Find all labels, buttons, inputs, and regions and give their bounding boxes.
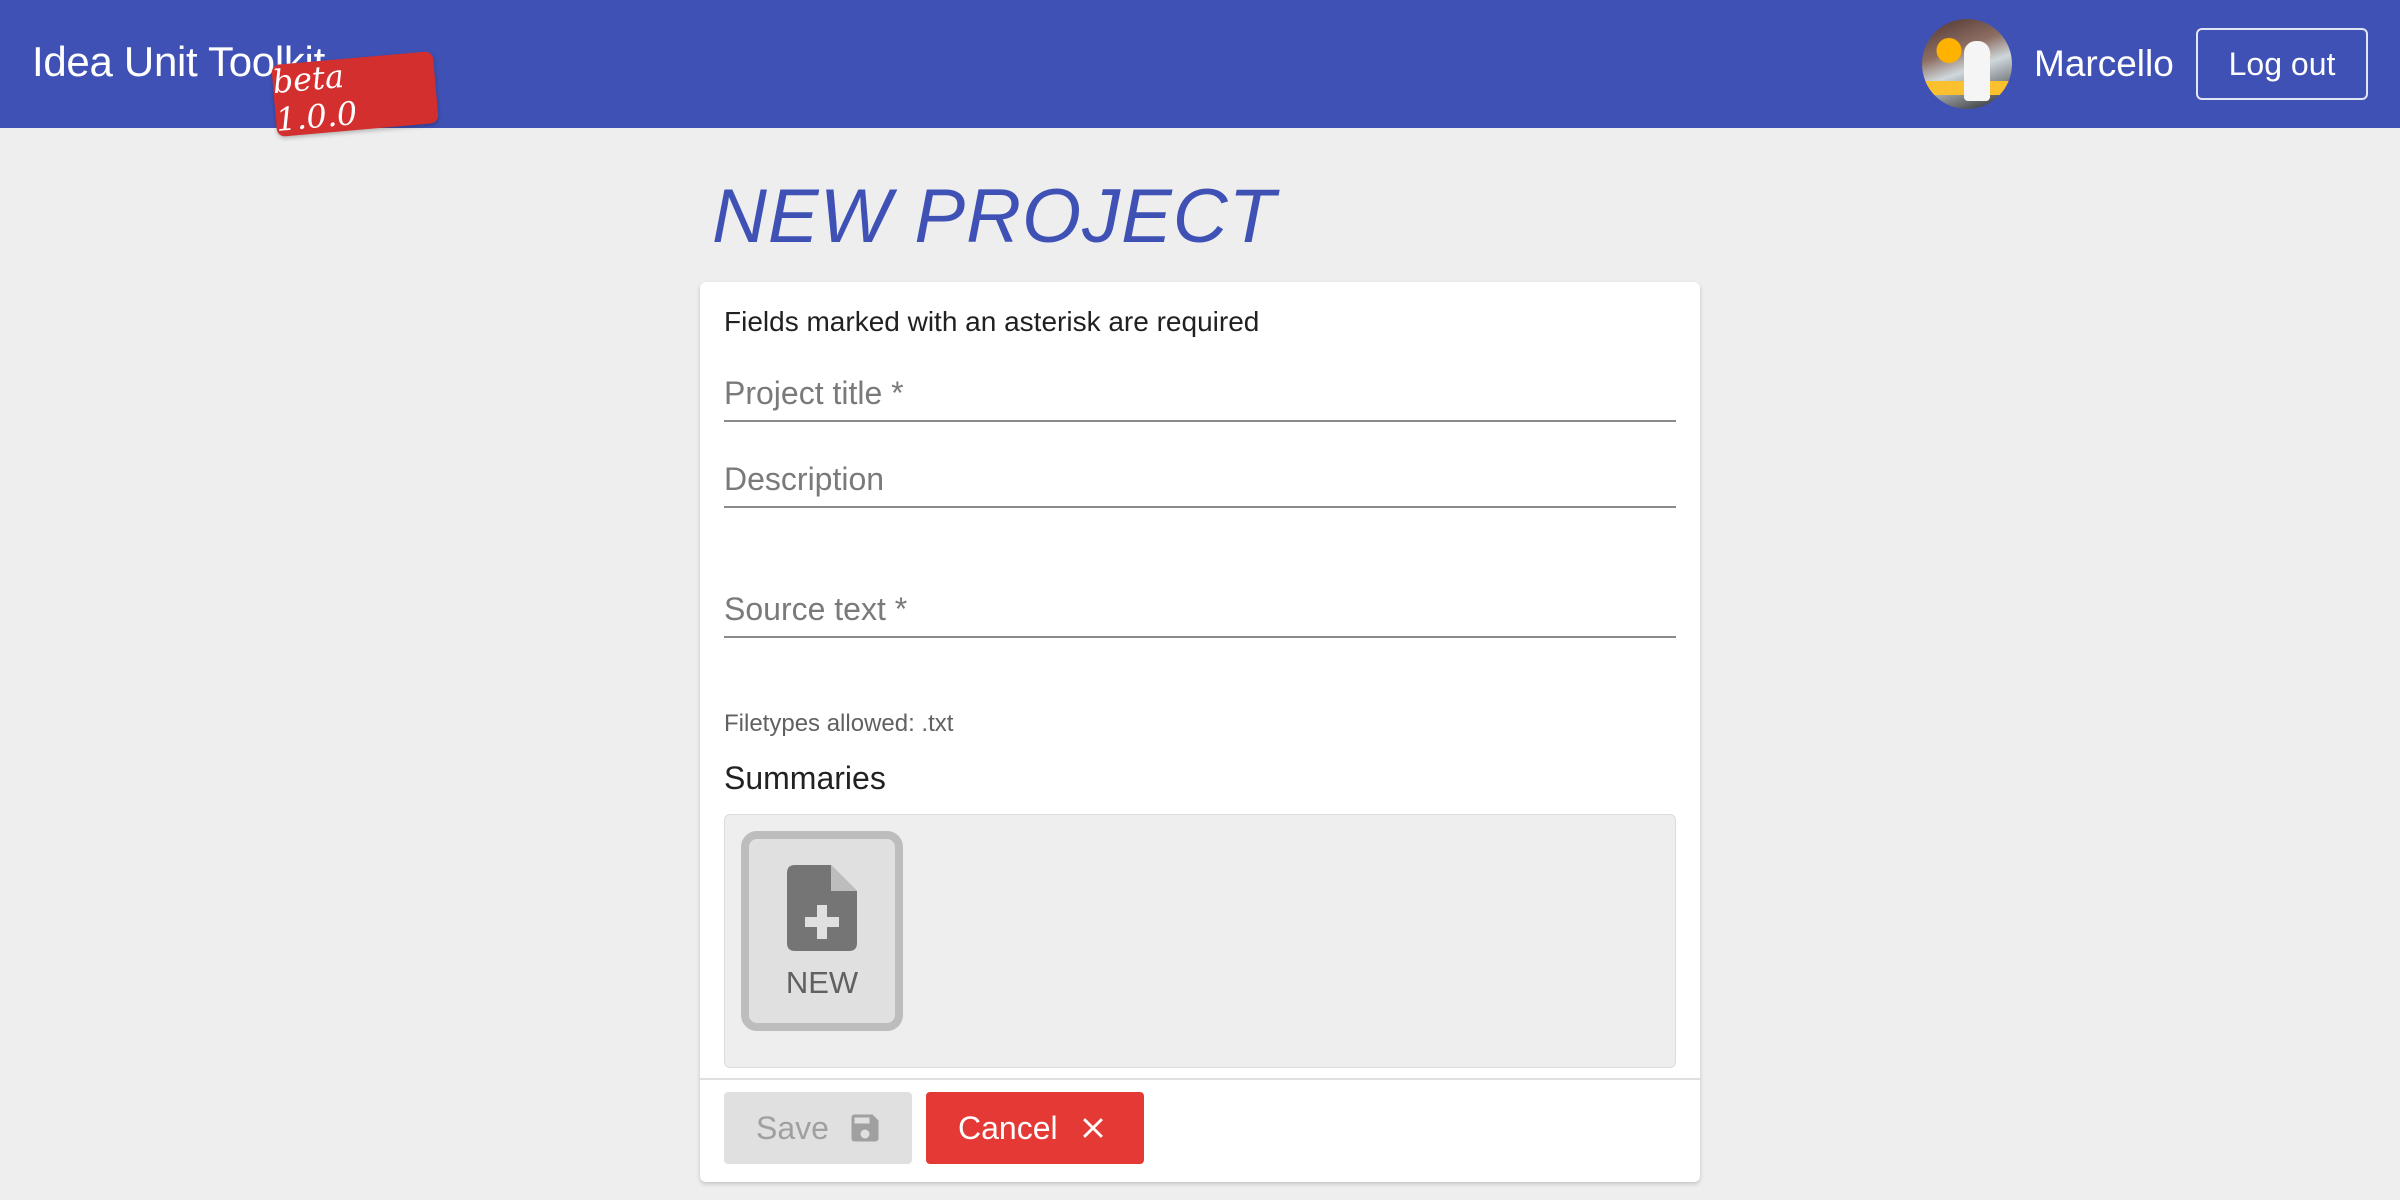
user-avatar[interactable] — [1922, 19, 2012, 109]
source-text-field — [724, 558, 1676, 638]
save-label: Save — [756, 1109, 829, 1146]
project-title-field — [724, 342, 1676, 422]
logout-button[interactable]: Log out — [2196, 28, 2368, 100]
cancel-button[interactable]: Cancel — [926, 1092, 1144, 1164]
page-title: NEW PROJECT — [712, 174, 1277, 259]
floppy-disk-icon — [851, 1114, 879, 1142]
close-icon — [1082, 1118, 1103, 1138]
project-title-input[interactable] — [724, 375, 1676, 412]
summaries-container: NEW — [724, 814, 1676, 1068]
actions-divider — [700, 1078, 1700, 1080]
version-badge: beta 1.0.0 — [271, 51, 439, 139]
description-input[interactable] — [724, 461, 1676, 498]
save-button[interactable]: Save — [724, 1092, 912, 1164]
new-summary-button[interactable]: NEW — [741, 831, 903, 1031]
required-fields-note: Fields marked with an asterisk are requi… — [724, 306, 1260, 337]
app-bar: Idea Unit Toolkit beta 1.0.0 Marcello Lo… — [0, 0, 2400, 139]
source-text-input[interactable] — [724, 591, 1676, 628]
user-name[interactable]: Marcello — [2034, 40, 2174, 88]
source-text-hint: Filetypes allowed: .txt — [724, 710, 954, 737]
description-field — [724, 428, 1676, 508]
summaries-label: Summaries — [724, 760, 886, 796]
file-plus-icon — [787, 865, 857, 951]
cancel-label: Cancel — [958, 1109, 1058, 1146]
new-project-form-card: Fields marked with an asterisk are requi… — [700, 282, 1700, 1182]
new-summary-label: NEW — [785, 965, 859, 1000]
avatar-figure — [1964, 41, 1990, 101]
